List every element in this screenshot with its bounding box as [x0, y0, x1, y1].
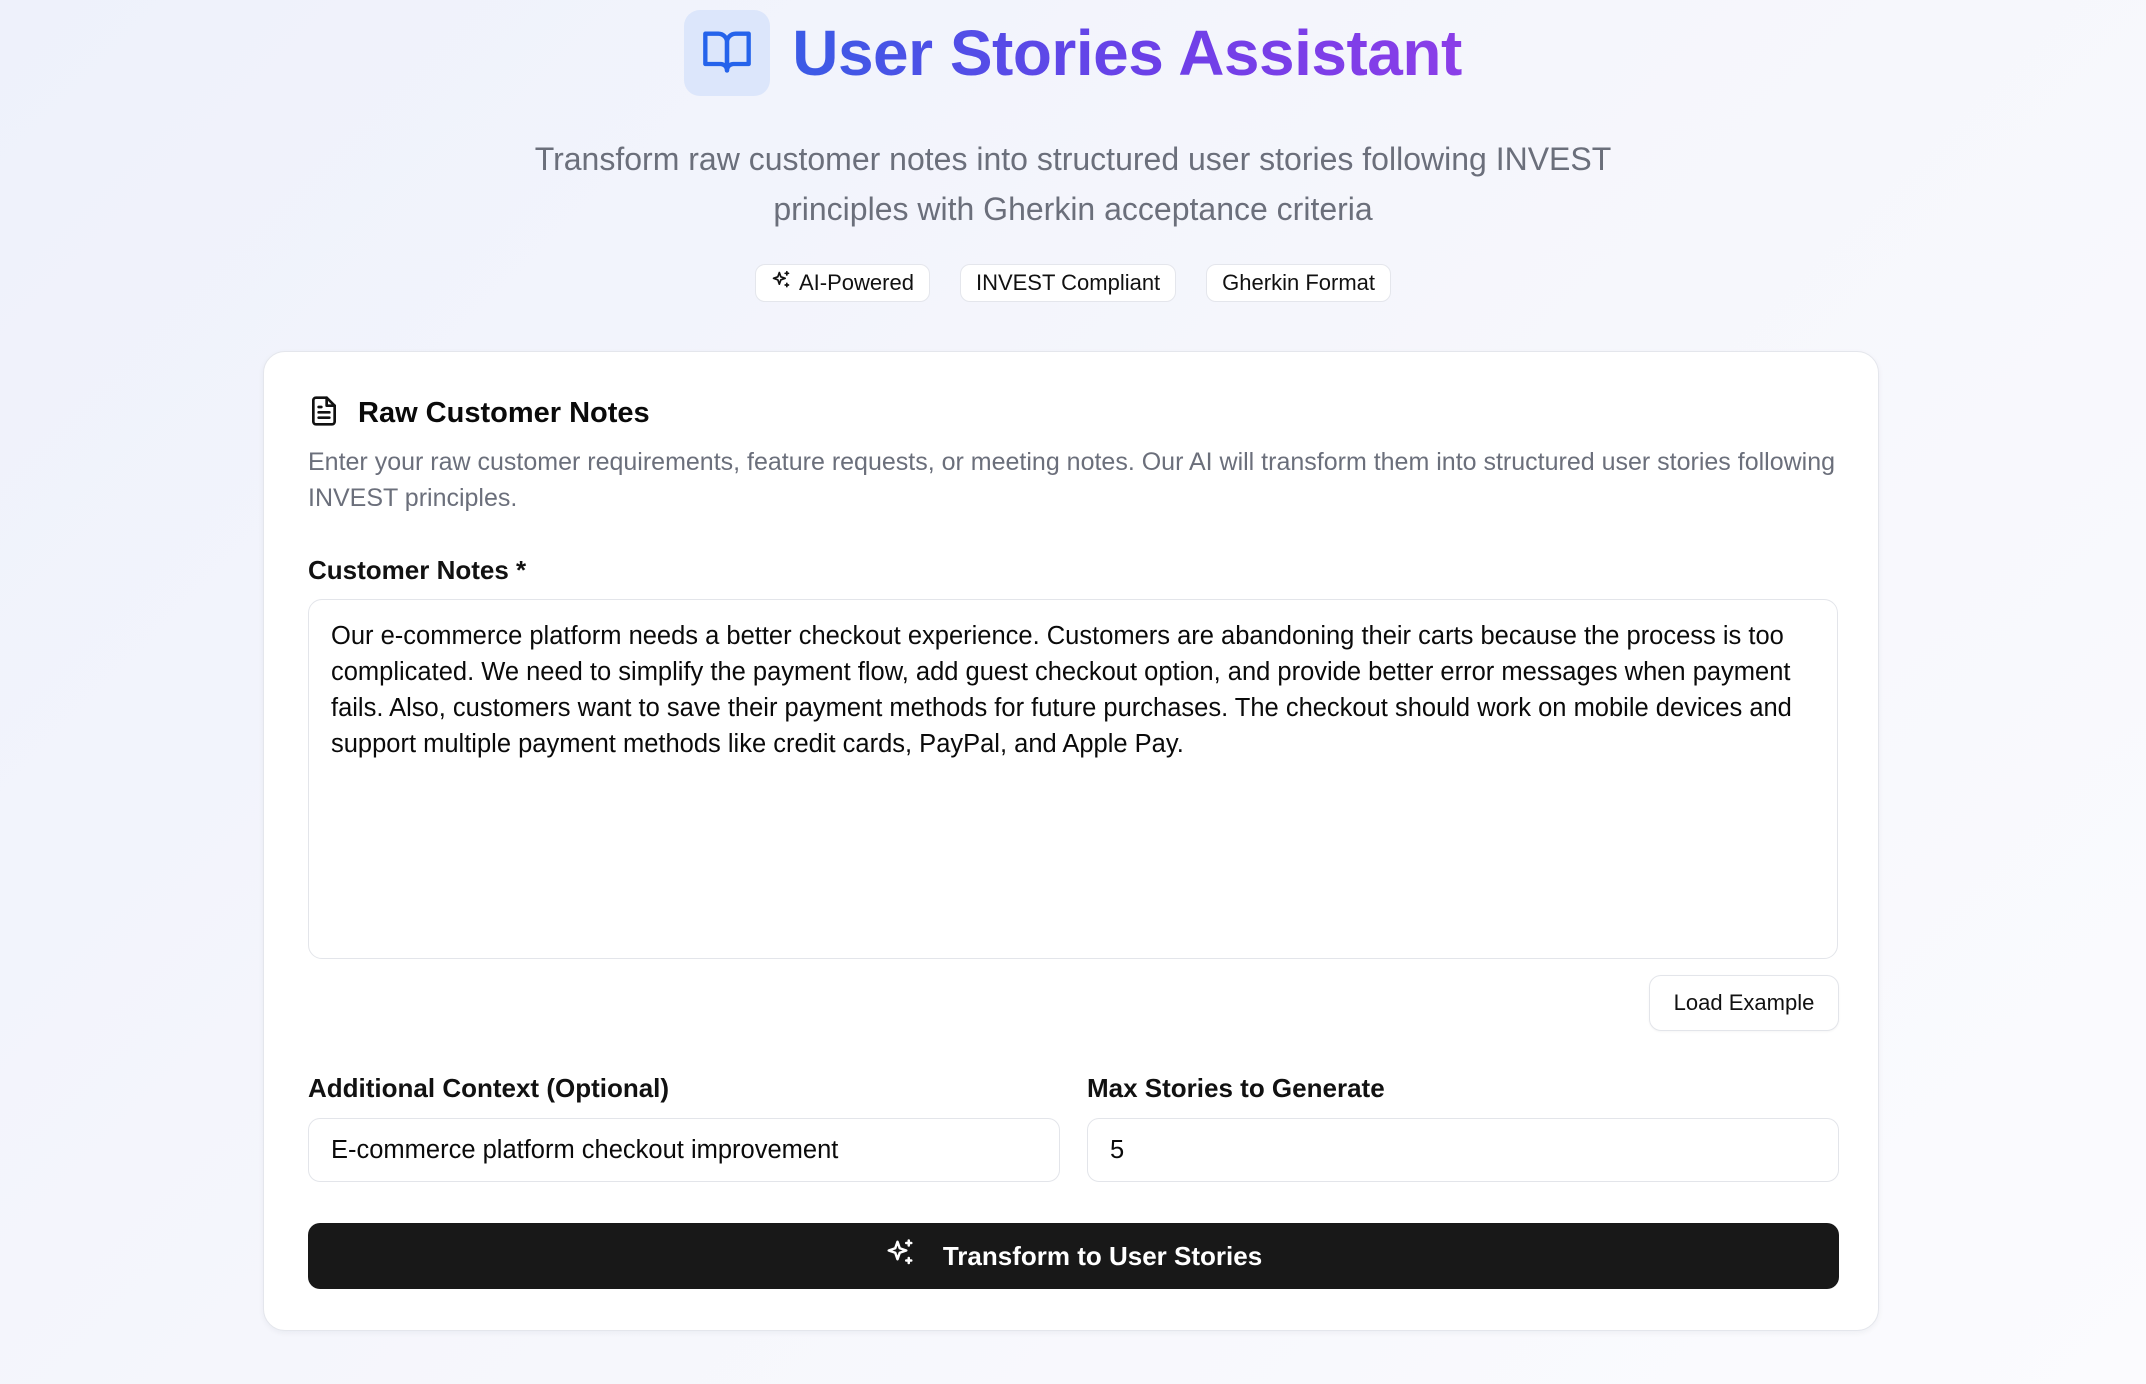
file-text-icon — [308, 394, 340, 433]
customer-notes-label: Customer Notes * — [308, 555, 527, 585]
card-header: Raw Customer Notes — [308, 394, 650, 433]
additional-context-label: Additional Context (Optional) — [308, 1073, 670, 1103]
card-title: Raw Customer Notes — [358, 397, 650, 429]
transform-button[interactable]: Transform to User Stories — [308, 1223, 1839, 1289]
load-example-button[interactable]: Load Example — [1649, 975, 1839, 1031]
transform-button-label: Transform to User Stories — [942, 1240, 1263, 1271]
card-description: Enter your raw customer requirements, fe… — [308, 448, 1836, 512]
badge-gherkin-format: Gherkin Format — [1206, 264, 1391, 302]
sparkles-icon — [885, 1238, 915, 1275]
badge-label: AI-Powered — [799, 270, 914, 295]
max-stories-input[interactable] — [1087, 1118, 1839, 1182]
title-row: User Stories Assistant — [684, 10, 1462, 96]
page-header: User Stories Assistant Transform raw cus… — [0, 0, 2146, 302]
logo — [684, 10, 771, 96]
badge-ai-powered: AI-Powered — [755, 264, 930, 302]
feature-badges: AI-Powered INVEST Compliant Gherkin Form… — [755, 264, 1391, 302]
notes-card: Raw Customer Notes Enter your raw custom… — [263, 351, 1879, 1331]
badge-invest-compliant: INVEST Compliant — [959, 264, 1177, 302]
customer-notes-textarea[interactable]: Our e-commerce platform needs a better c… — [308, 599, 1838, 959]
page-title: User Stories Assistant — [792, 10, 1462, 96]
page-subtitle: Transform raw customer notes into struct… — [534, 141, 1612, 227]
additional-context-input[interactable] — [308, 1118, 1060, 1182]
sparkles-icon — [771, 270, 791, 296]
badge-label: INVEST Compliant — [975, 270, 1161, 295]
max-stories-label: Max Stories to Generate — [1087, 1073, 1385, 1103]
book-open-icon — [701, 25, 753, 82]
badge-label: Gherkin Format — [1222, 270, 1375, 295]
